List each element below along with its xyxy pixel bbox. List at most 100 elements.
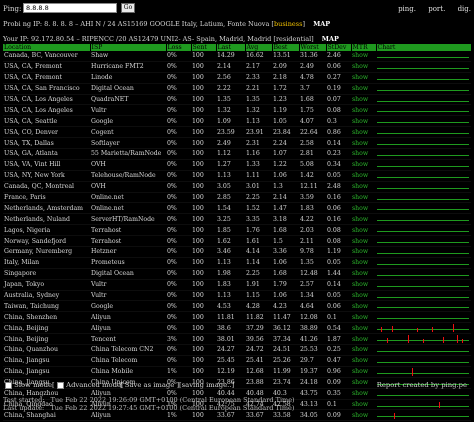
probing-map-link[interactable]: MAP (313, 20, 330, 28)
cell-isp: Online.net (90, 202, 166, 215)
cell-loss: 0% (166, 170, 191, 182)
latency-sparkline (376, 115, 471, 128)
ping-link[interactable]: ping. (398, 5, 416, 13)
latency-line (377, 263, 469, 265)
cell-mtr[interactable]: show (351, 366, 376, 378)
ping-target-input[interactable] (23, 3, 117, 13)
column-header-location: Location (3, 44, 91, 51)
cell-best: 2.18 (272, 72, 299, 84)
cell-mtr[interactable]: show (351, 322, 376, 335)
cell-last: 38.01 (216, 333, 245, 346)
cell-sent: 100 (191, 104, 216, 117)
cell-stdev: 0.1 (326, 311, 351, 324)
go-button[interactable]: Go (121, 3, 135, 13)
cell-last: 1.54 (216, 202, 245, 215)
cell-mtr[interactable]: show (351, 279, 376, 291)
cell-mtr[interactable]: show (351, 213, 376, 226)
advanced-mode-option[interactable]: Advanced mode[ (57, 381, 124, 389)
table-row: USA, CA, San Francisco Digital Ocean 0% 100… (3, 83, 471, 95)
cell-loss: 0% (166, 322, 191, 335)
cell-mtr[interactable]: show (351, 170, 376, 182)
cell-mtr[interactable]: show (351, 268, 376, 280)
advanced-mode-checkbox[interactable] (57, 381, 64, 389)
cell-mtr[interactable]: show (351, 311, 376, 324)
loss-spike (412, 367, 413, 376)
cell-avg: 1.76 (245, 224, 272, 237)
cell-mtr[interactable]: show (351, 290, 376, 302)
cell-mtr[interactable]: show (351, 192, 376, 204)
cell-mtr[interactable]: show (351, 126, 376, 139)
report-credit[interactable]: Report created by ping.pe (377, 381, 467, 389)
table-row: Netherlands, Nuland ServerHT/RamNode 0% 100… (3, 213, 471, 226)
dig-link[interactable]: dig. (458, 5, 471, 13)
cell-avg: 2.25 (245, 268, 272, 280)
cell-mtr[interactable]: show (351, 148, 376, 160)
table-row: China, Shenzhen Aliyun 0% 100 11.81 11.82 11.4… (3, 311, 471, 324)
cell-loss: 0% (166, 83, 191, 95)
cell-best: 1.23 (272, 94, 299, 106)
cell-mtr[interactable]: show (351, 83, 376, 95)
cell-mtr[interactable]: show (351, 257, 376, 269)
cell-sent: 100 (191, 192, 216, 204)
cell-mtr[interactable]: show (351, 181, 376, 193)
cell-mtr[interactable]: show (351, 246, 376, 258)
cell-stdev: 0.14 (326, 279, 351, 291)
cell-mtr[interactable]: show (351, 224, 376, 237)
cell-mtr[interactable]: show (351, 72, 376, 84)
cell-mtr[interactable]: show (351, 409, 376, 422)
cell-best: 37.34 (272, 333, 299, 346)
cell-mtr[interactable]: show (351, 94, 376, 106)
latency-line (377, 198, 469, 200)
cell-isp: QuadraNET (90, 94, 166, 106)
slow-mode-option[interactable]: Slow mode[ (5, 381, 55, 389)
cell-location: France, Paris (3, 192, 90, 204)
table-row: USA, CA, Seattle Google 0% 100 1.09 1.13 1.05 4… (3, 115, 471, 128)
cell-last: 1.27 (216, 159, 245, 171)
cell-avg: 3.01 (245, 181, 272, 193)
slow-mode-checkbox[interactable] (5, 381, 12, 389)
cell-loss: 0% (166, 51, 191, 62)
cell-mtr[interactable]: show (351, 104, 376, 117)
cell-isp: Online.net (90, 192, 166, 204)
cell-stdev: 0.96 (326, 366, 351, 378)
cell-avg: 2.21 (245, 83, 272, 95)
cell-sent: 100 (191, 268, 216, 280)
cell-mtr[interactable]: show (351, 399, 376, 411)
port-link[interactable]: port. (428, 5, 445, 13)
your-map-link[interactable]: MAP (322, 35, 339, 43)
cell-best: 1.68 (272, 268, 299, 280)
cell-mtr[interactable]: show (351, 235, 376, 248)
cell-avg: 1.13 (245, 115, 272, 128)
cell-loss: 0% (166, 224, 191, 237)
latency-line (377, 144, 469, 146)
cell-worst: 2.11 (299, 235, 326, 248)
cell-mtr[interactable]: show (351, 300, 376, 313)
cell-mtr[interactable]: show (351, 344, 376, 356)
table-row: USA, CO, Denver Cogent 0% 100 23.59 23.91 23.8… (3, 126, 471, 139)
latency-sparkline (376, 355, 471, 367)
cell-stdev: 0.06 (326, 202, 351, 215)
cell-mtr[interactable]: show (351, 355, 376, 367)
save-image-button[interactable]: [ Save as image ] (120, 381, 179, 389)
cell-avg: 1.32 (245, 104, 272, 117)
cell-mtr[interactable]: show (351, 51, 376, 62)
latency-sparkline (376, 224, 471, 237)
cell-location: Lagos, Nigeria (3, 224, 90, 237)
cell-isp: Hurricane FMT2 (90, 61, 166, 73)
latency-line (377, 405, 469, 407)
cell-worst: 2.49 (299, 61, 326, 73)
latency-line (377, 165, 469, 167)
latency-line (377, 122, 469, 124)
cell-mtr[interactable]: show (351, 137, 376, 150)
latency-line (377, 133, 469, 135)
cell-mtr[interactable]: show (351, 115, 376, 128)
cell-sent: 100 (191, 355, 216, 367)
latency-sparkline (376, 104, 471, 117)
latency-line (377, 231, 469, 233)
cell-mtr[interactable]: show (351, 61, 376, 73)
cell-mtr[interactable]: show (351, 202, 376, 215)
cell-mtr[interactable]: show (351, 159, 376, 171)
cell-mtr[interactable]: show (351, 333, 376, 346)
cell-sent: 100 (191, 115, 216, 128)
table-header: Location ISP Loss Sent Last Avg Best Worst StDev… (3, 44, 472, 51)
